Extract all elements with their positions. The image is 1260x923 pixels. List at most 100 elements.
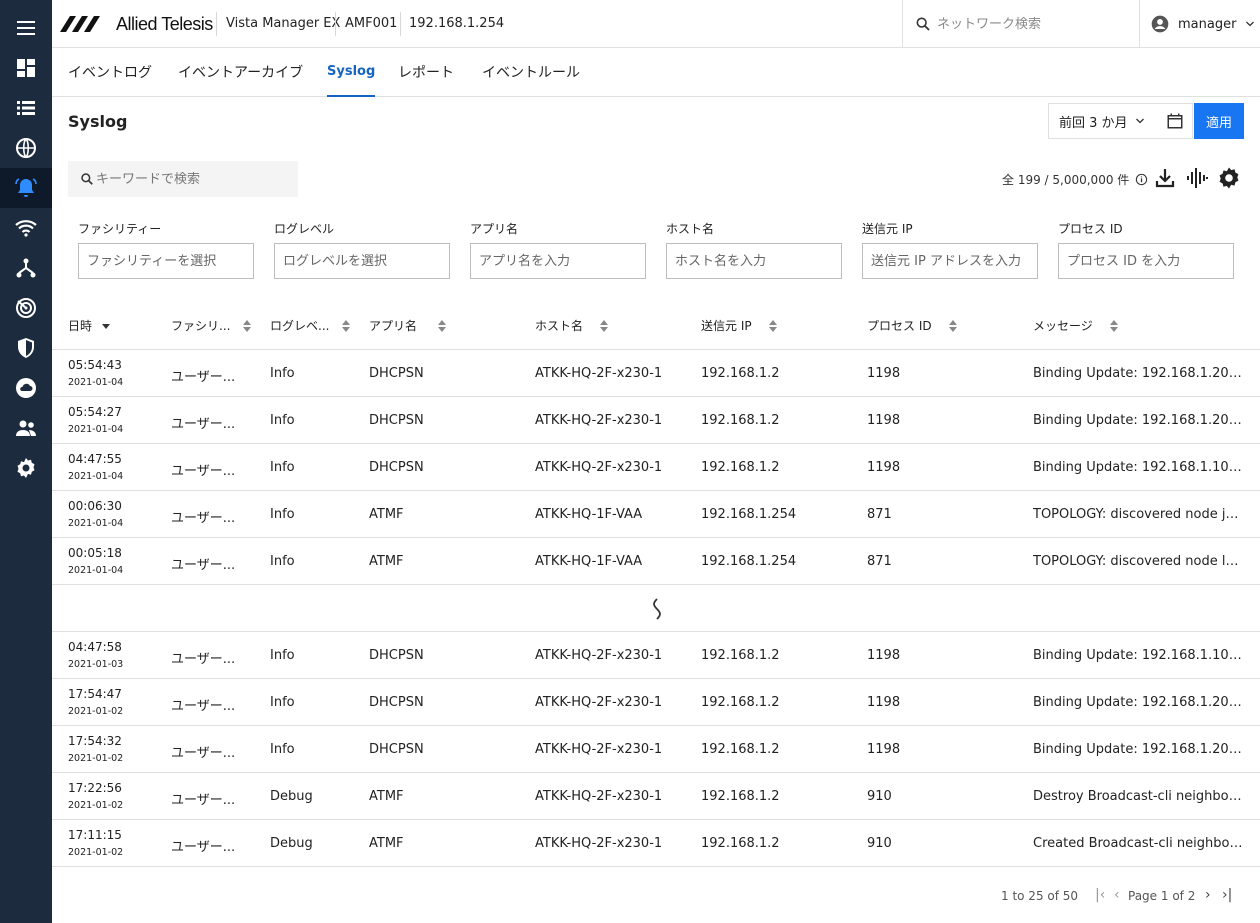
col-header-host[interactable]: ホスト名	[535, 317, 615, 334]
process-id-filter-label: プロセス ID	[1058, 222, 1123, 236]
date-range-value: 前回 3 か月	[1059, 115, 1128, 131]
source-ip-filter: 送信元 IP	[862, 220, 1038, 279]
tab-bar: イベントログ イベントアーカイブ Syslog レポート イベントルール	[52, 48, 1260, 97]
table-row[interactable]: 04:47:58 2021-01-03 ユーザー... Info DHCPSN ATKK-…	[52, 632, 1260, 679]
table-row[interactable]: 05:54:43 2021-01-04 ユーザー... Info DHCPSN ATKK-…	[52, 350, 1260, 397]
topology-icon[interactable]	[0, 248, 52, 288]
people-icon[interactable]	[0, 408, 52, 448]
col-header-process-id[interactable]: プロセス ID	[867, 317, 964, 334]
page-title: Syslog	[68, 112, 128, 131]
bell-icon[interactable]	[0, 168, 52, 208]
row-app: DHCPSN	[369, 695, 424, 710]
app-name-input[interactable]	[470, 243, 646, 279]
keyword-search[interactable]	[68, 161, 298, 197]
syslog-table-body: 05:54:43 2021-01-04 ユーザー... Info DHCPSN ATKK-…	[52, 350, 1260, 867]
row-facility: ユーザー...	[171, 652, 236, 667]
globe-icon[interactable]	[0, 128, 52, 168]
keyword-search-input[interactable]	[96, 171, 296, 187]
row-src-ip: 192.168.1.2	[701, 695, 780, 710]
row-level: Info	[270, 695, 295, 710]
row-message: Destroy Broadcast-cli neighbor rel...	[1033, 789, 1243, 804]
col-header-app[interactable]: アプリ名	[369, 317, 453, 334]
tab-event-rules[interactable]: イベントルール	[482, 62, 580, 97]
row-app: ATMF	[369, 789, 404, 804]
prev-page-icon[interactable]: ‹	[1114, 887, 1120, 903]
facility-select[interactable]	[78, 243, 254, 279]
next-page-icon[interactable]: ›	[1205, 887, 1211, 903]
date-range-select[interactable]: 前回 3 か月	[1048, 103, 1193, 139]
table-row[interactable]: 04:47:55 2021-01-04 ユーザー... Info DHCPSN ATKK-…	[52, 444, 1260, 491]
table-row[interactable]: 00:06:30 2021-01-04 ユーザー... Info ATMF ATKK-HQ…	[52, 491, 1260, 538]
radar-icon[interactable]	[0, 288, 52, 328]
list-icon[interactable]	[0, 88, 52, 128]
sort-icon	[342, 319, 351, 332]
row-pid: 1198	[867, 695, 901, 710]
row-date: 2021-01-02	[68, 706, 124, 717]
source-ip-input[interactable]	[862, 243, 1038, 279]
row-host: ATKK-HQ-1F-VAA	[535, 507, 643, 522]
tab-event-archive[interactable]: イベントアーカイブ	[178, 62, 303, 97]
user-menu[interactable]: manager	[1139, 0, 1260, 48]
tab-syslog[interactable]: Syslog	[327, 64, 376, 97]
table-row[interactable]: 17:11:15 2021-01-02 ユーザー... Debug ATMF ATKK-H…	[52, 820, 1260, 867]
row-message: Binding Update: 192.168.1.200, ch...	[1033, 413, 1243, 428]
col-level-label: ログレベ...	[270, 319, 330, 333]
process-id-input[interactable]	[1058, 243, 1234, 279]
row-date: 2021-01-02	[68, 753, 124, 764]
table-row[interactable]: 17:22:56 2021-01-02 ユーザー... Debug ATMF ATKK-H…	[52, 773, 1260, 820]
row-src-ip: 192.168.1.2	[701, 742, 780, 757]
table-row[interactable]: 05:54:27 2021-01-04 ユーザー... Info DHCPSN ATKK-…	[52, 397, 1260, 444]
info-icon[interactable]	[1135, 173, 1148, 186]
sidebar	[0, 0, 52, 923]
row-level: Info	[270, 413, 295, 428]
row-facility: ユーザー...	[171, 558, 236, 573]
loglevel-select[interactable]	[274, 243, 450, 279]
facility-filter-label: ファシリティー	[78, 222, 162, 236]
sort-icon	[948, 319, 957, 332]
row-src-ip: 192.168.1.2	[701, 836, 780, 851]
col-header-facility[interactable]: ファシリ...	[171, 317, 258, 334]
row-host: ATKK-HQ-2F-x230-1	[535, 366, 663, 381]
row-facility: ユーザー...	[171, 746, 236, 761]
menu-icon[interactable]	[0, 8, 52, 48]
table-row[interactable]: 17:54:32 2021-01-02 ユーザー... Info DHCPSN ATKK-…	[52, 726, 1260, 773]
network-search[interactable]	[902, 0, 1139, 48]
row-date: 2021-01-04	[68, 424, 124, 435]
col-header-message[interactable]: メッセージ	[1033, 317, 1125, 334]
network-search-input[interactable]	[937, 16, 1127, 32]
row-app: DHCPSN	[369, 648, 424, 663]
col-header-source-ip[interactable]: 送信元 IP	[701, 317, 784, 334]
col-message-label: メッセージ	[1033, 319, 1093, 333]
dashboard-icon[interactable]	[0, 48, 52, 88]
app-filter-label: アプリ名	[470, 222, 519, 236]
shield-icon[interactable]	[0, 328, 52, 368]
table-row[interactable]: 00:05:18 2021-01-04 ユーザー... Info ATMF ATKK-HQ…	[52, 538, 1260, 585]
gear-icon[interactable]	[0, 448, 52, 488]
device-ip: 192.168.1.254	[409, 16, 505, 31]
pagination: 1 to 25 of 50 |‹ ‹ Page 1 of 2 › ›|	[52, 866, 1260, 923]
wifi-icon[interactable]	[0, 208, 52, 248]
waveform-icon[interactable]	[1185, 166, 1209, 190]
last-page-icon[interactable]: ›|	[1222, 887, 1232, 903]
row-message: TOPOLOGY: discovered node leav...	[1033, 554, 1243, 569]
row-time: 00:06:30	[68, 499, 122, 513]
col-header-level[interactable]: ログレベ...	[270, 317, 357, 334]
tab-event-log[interactable]: イベントログ	[68, 62, 152, 97]
row-facility: ユーザー...	[171, 699, 236, 714]
cloud-icon[interactable]	[0, 368, 52, 408]
row-date: 2021-01-03	[68, 659, 124, 670]
apply-button[interactable]: 適用	[1194, 103, 1244, 139]
download-icon[interactable]	[1153, 166, 1177, 190]
tab-report[interactable]: レポート	[398, 62, 454, 97]
calendar-icon[interactable]	[1166, 112, 1184, 130]
account-icon	[1151, 15, 1169, 33]
allied-telesis-logo[interactable]: Allied Telesis	[60, 14, 213, 34]
row-message: Binding Update: 192.168.1.100, ch...	[1033, 648, 1243, 663]
row-app: DHCPSN	[369, 460, 424, 475]
col-header-time[interactable]: 日時	[68, 317, 114, 334]
settings-gear-icon[interactable]	[1217, 166, 1241, 190]
host-name-input[interactable]	[666, 243, 842, 279]
table-row[interactable]: 17:54:47 2021-01-02 ユーザー... Info DHCPSN ATKK-…	[52, 679, 1260, 726]
row-app: ATMF	[369, 836, 404, 851]
first-page-icon[interactable]: |‹	[1095, 887, 1105, 903]
